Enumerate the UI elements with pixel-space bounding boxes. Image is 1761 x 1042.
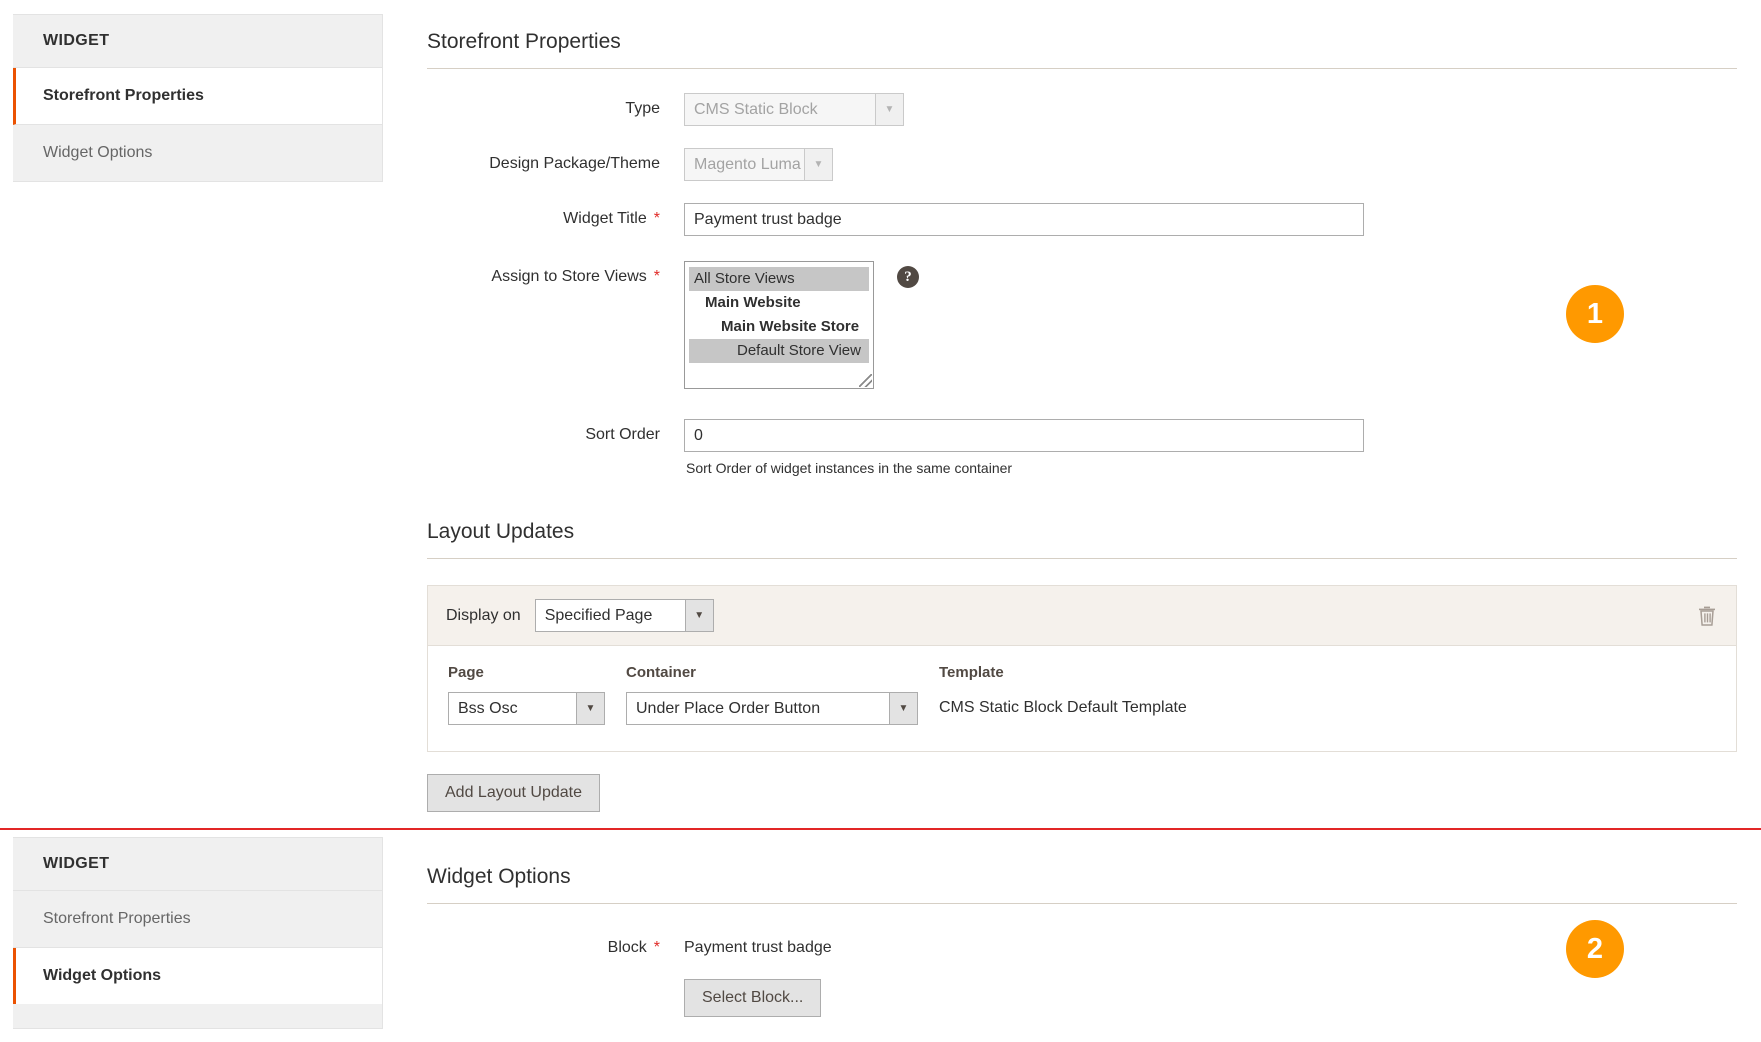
template-value: CMS Static Block Default Template <box>939 699 1187 716</box>
nav-title-1: WIDGET <box>13 15 382 68</box>
add-layout-update-wrap: Add Layout Update <box>427 774 1737 812</box>
store-views-multiselect[interactable]: All Store Views Main Website Main Websit… <box>684 261 874 389</box>
sort-order-input[interactable] <box>684 419 1364 452</box>
label-display-on: Display on <box>446 606 521 624</box>
column-header-page: Page <box>448 664 484 681</box>
column-page: Page Bss Osc ▼ <box>448 664 626 725</box>
column-container: Container Under Place Order Button ▼ <box>626 664 939 725</box>
design-package-theme-control: Magento Luma ▼ <box>684 148 833 181</box>
widget-title-input[interactable] <box>684 203 1364 236</box>
storefront-properties-content: Storefront Properties Type CMS Static Bl… <box>427 30 1737 812</box>
field-row-assign-store-views: Assign to Store Views * All Store Views M… <box>427 261 1737 389</box>
store-view-option-all[interactable]: All Store Views <box>689 267 869 291</box>
sidebar-item-storefront-properties-2[interactable]: Storefront Properties <box>13 891 382 948</box>
label-design-package-theme: Design Package/Theme <box>489 155 660 172</box>
step-badge-2: 2 <box>1566 920 1624 978</box>
label-block-text: Block <box>607 939 647 956</box>
label-assign-store-views: Assign to Store Views * <box>427 261 660 286</box>
chevron-down-icon: ▼ <box>804 148 833 181</box>
screenshot-root: WIDGET Storefront Properties Widget Opti… <box>0 0 1761 1042</box>
add-layout-update-button[interactable]: Add Layout Update <box>427 774 600 812</box>
widget-options-content: Widget Options Block * Payment trust badg… <box>427 865 1737 1017</box>
sort-order-note: Sort Order of widget instances in the sa… <box>686 460 1013 476</box>
field-row-block: Block * Payment trust badge Select Block.… <box>427 932 1737 1017</box>
trash-icon[interactable] <box>1698 606 1716 626</box>
store-view-option-default[interactable]: Default Store View <box>689 339 869 363</box>
field-row-design-package-theme: Design Package/Theme Magento Luma ▼ <box>427 148 1737 181</box>
design-package-theme-value: Magento Luma <box>684 148 804 181</box>
container-select[interactable]: Under Place Order Button ▼ <box>626 692 918 725</box>
sidebar-item-label: Widget Options <box>43 967 162 984</box>
layout-update-body: Page Bss Osc ▼ Container Under Place Ord… <box>428 646 1736 751</box>
page-select-value: Bss Osc <box>448 692 576 725</box>
column-header-container: Container <box>626 664 697 681</box>
step-badge-1: 1 <box>1566 285 1624 343</box>
chevron-down-icon: ▼ <box>875 93 904 126</box>
page-select[interactable]: Bss Osc ▼ <box>448 692 605 725</box>
sidebar-item-widget-options-2[interactable]: Widget Options <box>13 948 382 1004</box>
store-view-option-store[interactable]: Main Website Store <box>689 315 869 339</box>
column-header-template: Template <box>939 664 1004 681</box>
chevron-down-icon: ▼ <box>684 599 714 632</box>
select-block-wrap: Select Block... <box>684 979 832 1017</box>
label-assign-store-views-text: Assign to Store Views <box>491 268 647 285</box>
assign-store-views-control: All Store Views Main Website Main Websit… <box>684 261 919 389</box>
label-type: Type <box>625 100 660 117</box>
sidebar-item-label: Storefront Properties <box>43 910 191 927</box>
type-select-value: CMS Static Block <box>684 93 875 126</box>
type-control: CMS Static Block ▼ <box>684 93 904 126</box>
sidebar-item-label: Widget Options <box>43 144 153 161</box>
layout-update-columns: Page Bss Osc ▼ Container Under Place Ord… <box>448 664 1716 725</box>
label-widget-title-text: Widget Title <box>563 210 647 227</box>
field-row-type: Type CMS Static Block ▼ <box>427 93 1737 126</box>
field-row-sort-order: Sort Order Sort Order of widget instance… <box>427 419 1737 476</box>
widget-nav-panel-2: WIDGET Storefront Properties Widget Opti… <box>13 837 383 1029</box>
nav-title-2: WIDGET <box>13 838 382 891</box>
page-title-storefront-properties: Storefront Properties <box>427 30 1737 69</box>
chevron-down-icon: ▼ <box>576 692 605 725</box>
design-package-theme-select[interactable]: Magento Luma ▼ <box>684 148 833 181</box>
display-on-value: Specified Page <box>534 599 685 632</box>
chevron-down-icon: ▼ <box>889 692 918 725</box>
container-select-value: Under Place Order Button <box>626 692 889 725</box>
layout-update-header: Display on Specified Page ▼ <box>428 586 1736 646</box>
layout-updates-section: Layout Updates Display on Specified Page… <box>427 520 1737 812</box>
store-view-option-website[interactable]: Main Website <box>689 291 869 315</box>
block-control: Payment trust badge Select Block... <box>684 932 832 1017</box>
step-badge-1-label: 1 <box>1586 297 1604 330</box>
column-template: Template CMS Static Block Default Templa… <box>939 664 1187 725</box>
label-sort-order: Sort Order <box>585 426 660 443</box>
widget-title-control <box>684 203 1364 236</box>
required-asterisk: * <box>653 210 660 227</box>
required-asterisk: * <box>653 939 660 956</box>
question-mark-icon[interactable]: ? <box>897 266 919 288</box>
section-divider <box>0 828 1761 830</box>
step-badge-2-label: 2 <box>1586 932 1604 965</box>
label-widget-title: Widget Title * <box>427 203 660 228</box>
select-block-button[interactable]: Select Block... <box>684 979 822 1017</box>
field-row-widget-title: Widget Title * <box>427 203 1737 236</box>
sidebar-item-label: Storefront Properties <box>43 87 204 104</box>
sidebar-item-storefront-properties-1[interactable]: Storefront Properties <box>13 68 382 125</box>
page-title-layout-updates: Layout Updates <box>427 520 1737 559</box>
display-on-select[interactable]: Specified Page ▼ <box>534 599 714 632</box>
type-select[interactable]: CMS Static Block ▼ <box>684 93 904 126</box>
resize-grip-icon[interactable] <box>859 374 872 387</box>
label-block: Block * <box>427 932 660 957</box>
block-value: Payment trust badge <box>684 939 832 956</box>
sort-order-control: Sort Order of widget instances in the sa… <box>684 419 1364 476</box>
required-asterisk: * <box>653 268 660 285</box>
layout-update-box: Display on Specified Page ▼ Page Bss Osc… <box>427 585 1737 752</box>
page-title-widget-options: Widget Options <box>427 865 1737 904</box>
sidebar-item-widget-options-1[interactable]: Widget Options <box>13 125 382 181</box>
widget-nav-panel-1: WIDGET Storefront Properties Widget Opti… <box>13 14 383 182</box>
